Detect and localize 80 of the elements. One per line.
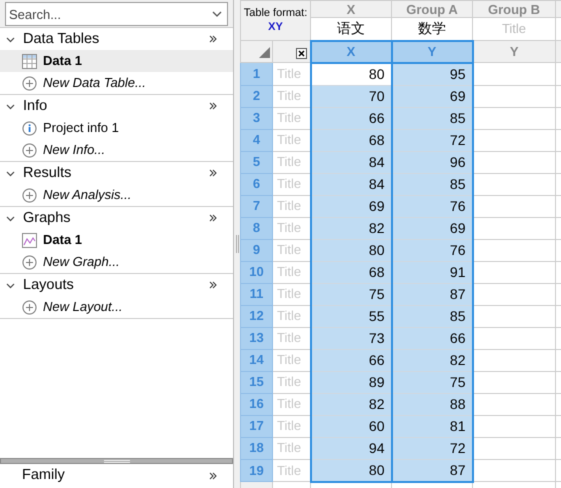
table-cell[interactable]: 73: [310, 327, 392, 349]
table-cell[interactable]: 91: [392, 261, 472, 283]
table-cell[interactable]: 80: [310, 459, 392, 482]
section-header[interactable]: Graphs: [23, 210, 201, 226]
double-chevron-icon[interactable]: [209, 169, 217, 177]
table-cell[interactable]: 84: [310, 173, 392, 195]
column-group-header: Group B: [488, 2, 540, 16]
table-cell[interactable]: 85: [392, 173, 472, 195]
double-chevron-icon[interactable]: [209, 102, 217, 110]
table-cell[interactable]: 75: [310, 283, 392, 305]
sidebar-item[interactable]: New Graph...: [0, 251, 233, 273]
collapse-chevron-icon[interactable]: [6, 34, 15, 44]
table-cell[interactable]: 76: [392, 239, 472, 261]
table-cell[interactable]: 87: [392, 283, 472, 305]
table-cell[interactable]: 69: [392, 217, 472, 239]
plus-circle-icon: [22, 188, 37, 202]
section-header[interactable]: Family: [22, 465, 209, 487]
table-format-value[interactable]: XY: [241, 20, 310, 34]
double-chevron-icon[interactable]: [209, 472, 217, 480]
table-cell[interactable]: 81: [392, 415, 472, 437]
search-field[interactable]: Search...: [5, 2, 228, 26]
table-icon: [22, 54, 37, 68]
table-cell[interactable]: 82: [392, 349, 472, 371]
sidebar-item[interactable]: Data 1: [0, 229, 233, 251]
table-cell[interactable]: 84: [310, 151, 392, 173]
table-cell[interactable]: 85: [392, 305, 472, 327]
sidebar-item[interactable]: Project info 1: [0, 117, 233, 139]
table-cell[interactable]: 76: [392, 195, 472, 217]
collapse-chevron-icon[interactable]: [6, 168, 15, 178]
plus-circle-icon: [22, 142, 37, 158]
sidebar-item[interactable]: Data 1: [0, 50, 233, 72]
info-icon: [22, 120, 37, 136]
double-chevron-icon[interactable]: [209, 214, 217, 222]
table-cell[interactable]: 66: [310, 349, 392, 371]
table-cell[interactable]: 69: [392, 85, 472, 107]
table-cell[interactable]: 66: [310, 107, 392, 129]
column-group-header: Group A: [406, 2, 458, 16]
sidebar-item[interactable]: New Analysis...: [0, 184, 233, 206]
collapse-chevron-icon[interactable]: [6, 214, 15, 222]
section-header[interactable]: Info: [23, 98, 201, 114]
sidebar-item[interactable]: New Data Table...: [0, 72, 233, 94]
collapse-chevron-icon[interactable]: [6, 280, 15, 290]
table-cell[interactable]: 85: [392, 107, 472, 129]
table-cell[interactable]: 68: [310, 261, 392, 283]
table-cell[interactable]: 94: [310, 437, 392, 459]
table-cell[interactable]: 89: [310, 371, 392, 393]
chevron-down-icon[interactable]: [212, 9, 222, 19]
plus-circle-icon: [22, 300, 37, 314]
double-chevron-icon[interactable]: [209, 35, 217, 43]
corner-triangle-icon[interactable]: [259, 46, 270, 58]
table-cell[interactable]: 69: [310, 195, 392, 217]
table-cell[interactable]: 88: [392, 393, 472, 415]
table-cell[interactable]: 82: [310, 393, 392, 415]
sidebar-item[interactable]: New Layout...: [0, 296, 233, 318]
plus-circle-icon: [22, 254, 37, 270]
section-header[interactable]: Results: [23, 166, 201, 180]
table-cell[interactable]: 72: [392, 437, 472, 459]
close-icon[interactable]: [296, 48, 306, 59]
sidebar-item[interactable]: New Info...: [0, 139, 233, 161]
table-cell[interactable]: 55: [310, 305, 392, 327]
double-chevron-icon[interactable]: [209, 281, 217, 289]
table-cell[interactable]: 96: [392, 151, 472, 173]
table-cell[interactable]: 75: [392, 371, 472, 393]
table-cell[interactable]: 60: [310, 415, 392, 437]
section-header[interactable]: Data Tables: [23, 32, 201, 46]
column-group-header: X: [346, 2, 356, 16]
table-format-label: Table format:: [242, 6, 308, 20]
splitter-handle[interactable]: [0, 458, 233, 464]
section-header[interactable]: Layouts: [23, 278, 201, 292]
table-cell[interactable]: 70: [310, 85, 392, 107]
table-cell[interactable]: 68: [310, 129, 392, 151]
table-cell[interactable]: 80: [310, 239, 392, 261]
plus-circle-icon: [22, 76, 37, 90]
table-cell[interactable]: 66: [392, 327, 472, 349]
table-cell[interactable]: 87: [392, 459, 472, 482]
table-cell[interactable]: 80: [310, 62, 392, 85]
line-graph-icon: [22, 232, 37, 248]
table-cell[interactable]: 72: [392, 129, 472, 151]
collapse-chevron-icon[interactable]: [6, 102, 15, 110]
table-cell[interactable]: 82: [310, 217, 392, 239]
